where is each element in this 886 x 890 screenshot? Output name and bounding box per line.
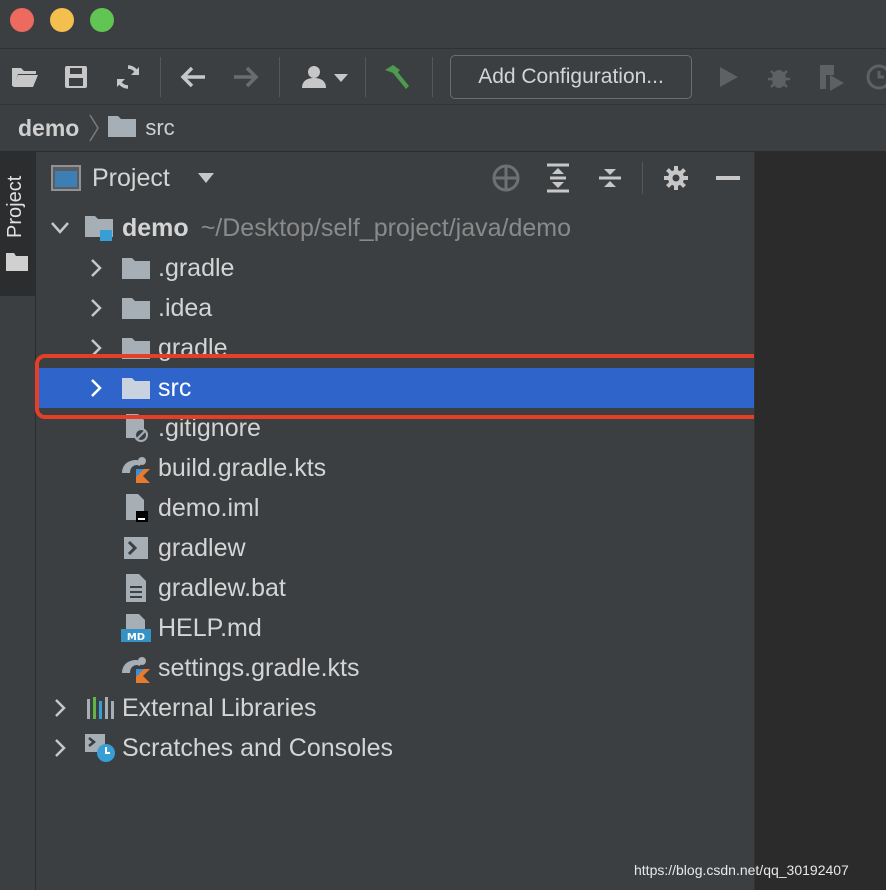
tree-row-demo[interactable]: demo ~/Desktop/self_project/java/demo (36, 208, 754, 248)
build-hammer-icon[interactable] (380, 61, 412, 93)
tree-row-src[interactable]: src (36, 368, 754, 408)
tree-row-gradle-dir[interactable]: .gradle (36, 248, 754, 288)
hide-panel-icon[interactable] (712, 162, 744, 194)
tree-row-settings-gradle-kts[interactable]: settings.gradle.kts (36, 648, 754, 688)
debug-icon (763, 61, 795, 93)
tree-row-scratches[interactable]: Scratches and Consoles (36, 728, 754, 768)
tree-label: build.gradle.kts (158, 454, 327, 482)
tree-label: settings.gradle.kts (158, 654, 360, 682)
close-window-button[interactable] (10, 8, 34, 32)
project-panel: Project demo ~/Desktop/self_project/java… (36, 152, 754, 890)
shell-script-icon (120, 532, 152, 564)
project-tool-tab[interactable]: Project (0, 152, 35, 296)
coverage-icon (815, 61, 847, 93)
chevron-right-icon[interactable] (48, 696, 72, 720)
tree-label: src (158, 374, 192, 402)
tree-row-help-md[interactable]: MD HELP.md (36, 608, 754, 648)
breadcrumb: demo src (0, 104, 886, 152)
main-toolbar: Add Configuration... (0, 48, 886, 104)
tree-label: gradlew (158, 534, 246, 562)
scratches-icon (84, 732, 116, 764)
folder-icon (107, 114, 137, 143)
gear-icon[interactable] (660, 162, 692, 194)
tree-row-gradlew[interactable]: gradlew (36, 528, 754, 568)
ignored-file-icon (120, 412, 152, 444)
forward-arrow-icon (230, 61, 262, 93)
maximize-window-button[interactable] (90, 8, 114, 32)
project-tool-tab-label: Project (4, 175, 26, 238)
folder-icon (120, 252, 152, 284)
editor-area[interactable] (754, 152, 886, 890)
tree-row-gradle[interactable]: gradle (36, 328, 754, 368)
chevron-right-icon[interactable] (84, 296, 108, 320)
watermark: https://blog.csdn.net/qq_30192407 (634, 862, 849, 878)
tree-label: External Libraries (122, 694, 317, 722)
tree-label: gradle (158, 334, 228, 362)
breadcrumb-separator-icon (89, 113, 100, 143)
chevron-down-icon[interactable] (190, 162, 222, 194)
tree-label: .idea (158, 294, 213, 322)
tree-row-gradlew-bat[interactable]: gradlew.bat (36, 568, 754, 608)
module-folder-icon (84, 212, 116, 244)
folder-icon (120, 292, 152, 324)
text-file-icon (120, 572, 152, 604)
chevron-right-icon[interactable] (84, 336, 108, 360)
chevron-down-icon[interactable] (48, 216, 72, 240)
left-tool-strip: Project (0, 152, 36, 890)
minimize-window-button[interactable] (50, 8, 74, 32)
gradle-kotlin-icon (120, 652, 152, 684)
tree-label-demo: demo ~/Desktop/self_project/java/demo (122, 214, 572, 242)
profile-icon (861, 61, 886, 93)
run-icon (713, 61, 745, 93)
folder-icon (5, 252, 29, 277)
locate-target-icon[interactable] (490, 162, 522, 194)
markdown-file-icon: MD (120, 612, 152, 644)
iml-file-icon (120, 492, 152, 524)
tree-row-external-libraries[interactable]: External Libraries (36, 688, 754, 728)
chevron-right-icon[interactable] (48, 736, 72, 760)
breadcrumb-demo[interactable]: demo (18, 115, 79, 142)
gradle-kotlin-icon (120, 452, 152, 484)
tree-label: gradlew.bat (158, 574, 286, 602)
tree-label: Scratches and Consoles (122, 734, 393, 762)
tree-row-gitignore[interactable]: .gitignore (36, 408, 754, 448)
breadcrumb-src[interactable]: src (145, 115, 174, 141)
libraries-icon (84, 692, 116, 724)
tree-path-demo: ~/Desktop/self_project/java/demo (200, 214, 572, 242)
expand-all-icon[interactable] (542, 162, 574, 194)
chevron-right-icon[interactable] (84, 376, 108, 400)
save-icon[interactable] (60, 61, 92, 93)
folder-icon (120, 372, 152, 404)
tree-label: .gradle (158, 254, 235, 282)
back-arrow-icon[interactable] (177, 61, 209, 93)
sync-icon[interactable] (112, 61, 144, 93)
collapse-all-icon[interactable] (594, 162, 626, 194)
project-view-selector[interactable]: Project (92, 164, 170, 193)
project-panel-header: Project (36, 152, 754, 204)
project-view-icon (50, 162, 82, 194)
tree-label: HELP.md (158, 614, 262, 642)
folder-icon (120, 332, 152, 364)
open-folder-icon[interactable] (9, 61, 41, 93)
add-configuration-button[interactable]: Add Configuration... (450, 55, 692, 99)
svg-text:MD: MD (127, 632, 145, 643)
tree-row-idea[interactable]: .idea (36, 288, 754, 328)
tree-row-build-gradle-kts[interactable]: build.gradle.kts (36, 448, 754, 488)
chevron-right-icon[interactable] (84, 256, 108, 280)
title-bar (0, 0, 886, 48)
tree-label: demo.iml (158, 494, 260, 522)
user-icon[interactable] (296, 61, 352, 93)
tree-row-demo-iml[interactable]: demo.iml (36, 488, 754, 528)
tree-label: .gitignore (158, 414, 261, 442)
